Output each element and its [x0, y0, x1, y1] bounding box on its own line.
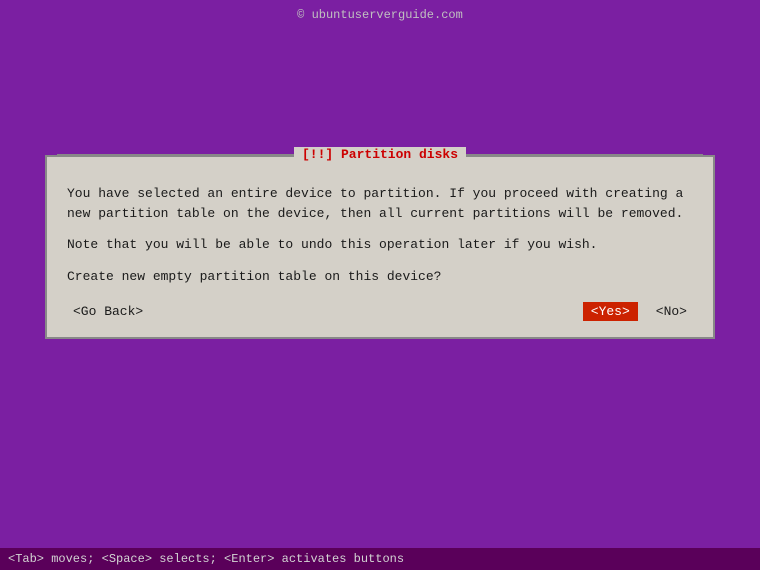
message-paragraph-1: You have selected an entire device to pa… [67, 184, 693, 223]
status-bar-text: <Tab> moves; <Space> selects; <Enter> ac… [8, 552, 404, 566]
dialog-box: [!!] Partition disks You have selected a… [45, 155, 715, 339]
dialog-title-bar: [!!] Partition disks [47, 147, 713, 162]
title-line-left [57, 154, 294, 155]
message-paragraph-2: Note that you will be able to undo this … [67, 235, 693, 255]
dialog-title: [!!] Partition disks [294, 147, 466, 162]
message-paragraph-3: Create new empty partition table on this… [67, 267, 693, 287]
dialog-message: You have selected an entire device to pa… [67, 184, 693, 286]
right-buttons: <Yes> <No> [583, 302, 693, 321]
title-line-right [466, 154, 703, 155]
no-button[interactable]: <No> [650, 302, 693, 321]
watermark-text: © ubuntuserverguide.com [297, 8, 463, 22]
dialog-body: You have selected an entire device to pa… [47, 172, 713, 337]
status-bar: <Tab> moves; <Space> selects; <Enter> ac… [0, 548, 760, 570]
dialog-buttons: <Go Back> <Yes> <No> [67, 302, 693, 321]
go-back-button[interactable]: <Go Back> [67, 302, 149, 321]
yes-button[interactable]: <Yes> [583, 302, 638, 321]
